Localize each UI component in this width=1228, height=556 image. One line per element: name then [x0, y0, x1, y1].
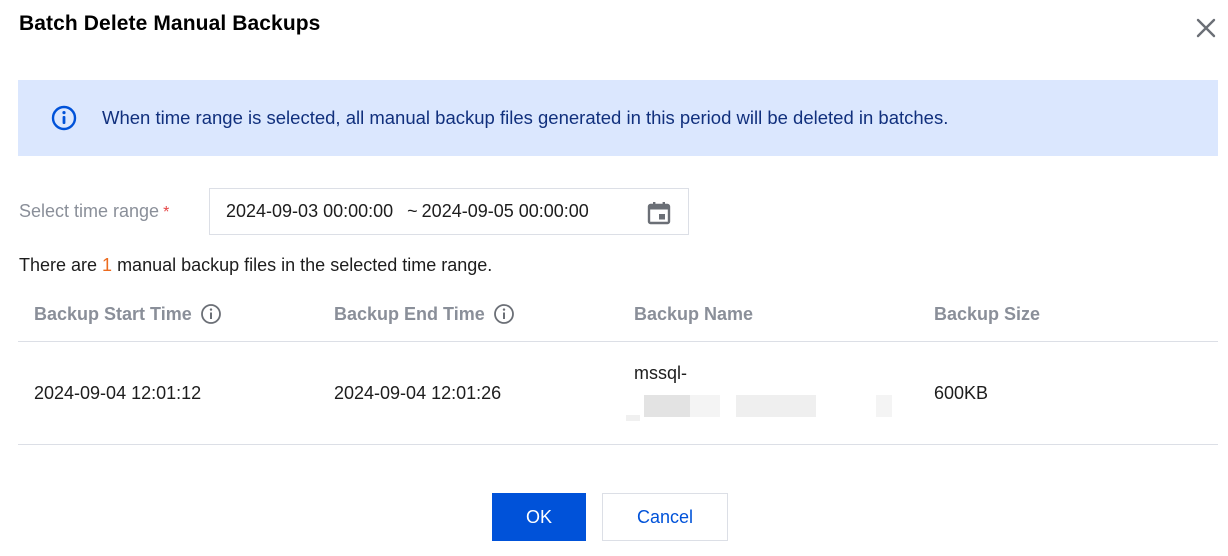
table-row: 2024-09-04 12:01:12 2024-09-04 12:01:26 … — [18, 342, 1218, 445]
column-header-label: Backup Start Time — [34, 303, 192, 324]
close-button[interactable] — [1192, 14, 1220, 42]
redacted-block — [690, 395, 720, 417]
calendar-icon[interactable] — [646, 200, 672, 226]
column-header-start-time: Backup Start Time — [18, 303, 318, 325]
backup-table: Backup Start Time Backup End Time Backup… — [18, 287, 1218, 445]
cell-backup-name: mssql- — [618, 363, 918, 423]
batch-delete-dialog: Batch Delete Manual Backups When time ra… — [0, 0, 1228, 556]
redacted-block — [876, 395, 892, 417]
backup-name-text: mssql- — [634, 363, 687, 383]
info-alert: When time range is selected, all manual … — [18, 80, 1218, 156]
close-icon — [1196, 18, 1216, 38]
cell-backup-size: 600KB — [934, 382, 989, 403]
backup-count-summary: There are 1 manual backup files in the s… — [19, 255, 492, 276]
required-mark: * — [163, 204, 170, 221]
summary-suffix: manual backup files in the selected time… — [112, 255, 493, 275]
time-range-label-text: Select time range — [19, 201, 160, 221]
time-range-picker[interactable]: 2024-09-03 00:00:00 ~ 2024-09-05 00:00:0… — [209, 188, 689, 235]
alert-text: When time range is selected, all manual … — [102, 107, 949, 128]
info-circle-icon[interactable] — [493, 303, 515, 325]
range-start: 2024-09-03 00:00:00 — [226, 201, 394, 221]
backup-count: 1 — [102, 255, 113, 275]
range-end: 2024-09-05 00:00:00 — [421, 201, 589, 221]
table-header: Backup Start Time Backup End Time Backup… — [18, 287, 1218, 342]
cell-end-time: 2024-09-04 12:01:26 — [334, 382, 502, 403]
info-circle-icon[interactable] — [200, 303, 222, 325]
redacted-block — [644, 395, 690, 417]
column-header-label: Backup End Time — [334, 303, 485, 324]
redacted-block — [736, 395, 816, 417]
cell-start-time: 2024-09-04 12:01:12 — [34, 382, 202, 403]
column-header-backup-size: Backup Size — [934, 303, 1041, 324]
ok-button[interactable]: OK — [492, 493, 586, 541]
range-separator: ~ — [407, 201, 418, 221]
time-range-row: Select time range * 2024-09-03 00:00:00 ~… — [19, 188, 689, 235]
summary-prefix: There are — [19, 255, 103, 275]
dialog-title: Batch Delete Manual Backups — [19, 12, 321, 35]
cancel-button[interactable]: Cancel — [602, 493, 728, 541]
time-range-label: Select time range * — [19, 201, 209, 222]
info-circle-icon — [51, 105, 77, 131]
column-header-backup-name: Backup Name — [634, 303, 754, 324]
redacted-block — [626, 415, 640, 421]
column-header-end-time: Backup End Time — [318, 303, 618, 325]
